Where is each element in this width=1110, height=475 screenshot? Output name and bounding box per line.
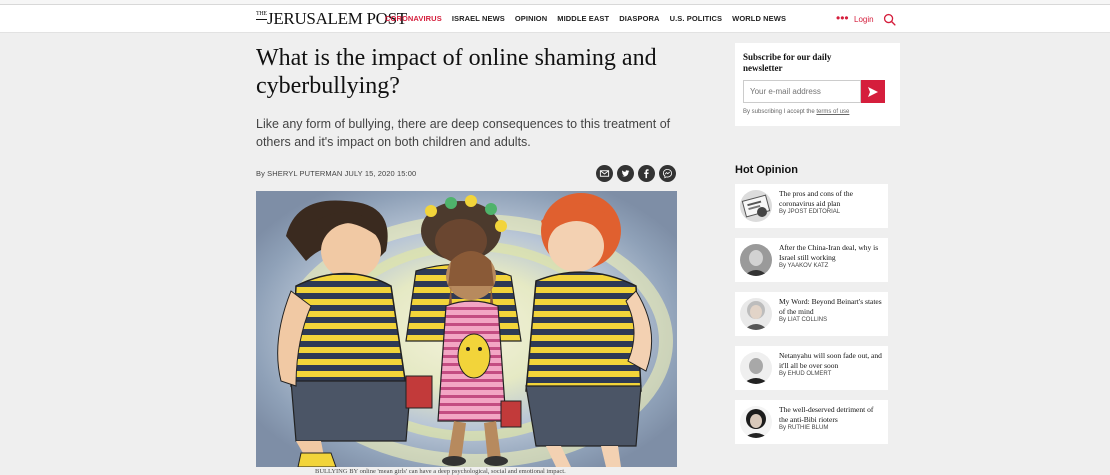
opinion-headline: The pros and cons of the coronavirus aid… (779, 189, 853, 208)
opinion-card-text: Netanyahu will soon fade out, and it'll … (779, 351, 883, 377)
opinion-author: By YAAKOV KATZ (779, 263, 829, 269)
opinion-card[interactable]: After the China-Iran deal, why is Israel… (735, 238, 888, 282)
opinion-author: By JPOST EDITORIAL (779, 209, 841, 215)
opinion-headline: After the China-Iran deal, why is Israel… (779, 243, 879, 262)
article-hero-illustration (256, 191, 677, 467)
opinion-card[interactable]: The pros and cons of the coronavirus aid… (735, 184, 888, 228)
twitter-icon[interactable] (617, 165, 634, 182)
newsletter-terms: By subscribing I accept the terms of use (743, 109, 892, 115)
opinion-card-text: The well-deserved detriment of the anti-… (779, 405, 883, 431)
site-header: THEJERUSALEM POST CORONAVIRUS ISRAEL NEW… (0, 5, 1110, 33)
opinion-author: By LIAT COLLINS (779, 317, 828, 323)
facebook-icon[interactable] (638, 165, 655, 182)
opinion-author: By RUTHIE BLUM (779, 425, 829, 431)
avatar (740, 352, 772, 384)
hot-opinion-title: Hot Opinion (735, 164, 798, 176)
image-caption: BULLYING BY online 'mean girls' can have… (315, 468, 566, 475)
opinion-card[interactable]: The well-deserved detriment of the anti-… (735, 400, 888, 444)
opinion-headline: The well-deserved detriment of the anti-… (779, 405, 874, 424)
nav-item-middle-east[interactable]: MIDDLE EAST (557, 14, 609, 23)
newsletter-box: Subscribe for our daily newsletter By su… (735, 43, 900, 126)
main-nav: CORONAVIRUS ISRAEL NEWS OPINION MIDDLE E… (385, 14, 786, 23)
nav-item-us-politics[interactable]: U.S. POLITICS (670, 14, 723, 23)
nav-item-opinion[interactable]: OPINION (515, 14, 547, 23)
opinion-card-text: My Word: Beyond Beinart's states of the … (779, 297, 883, 323)
opinion-card-text: After the China-Iran deal, why is Israel… (779, 243, 883, 269)
nav-item-coronavirus[interactable]: CORONAVIRUS (385, 14, 442, 23)
newsletter-form (743, 80, 892, 103)
opinion-headline: Netanyahu will soon fade out, and it'll … (779, 351, 882, 370)
avatar (740, 298, 772, 330)
search-icon[interactable] (883, 13, 896, 26)
email-icon[interactable] (596, 165, 613, 182)
send-icon (868, 86, 878, 97)
login-link[interactable]: Login (854, 15, 874, 24)
byline-row: By SHERYL PUTERMAN JULY 15, 2020 15:00 (256, 165, 676, 183)
nav-item-israel-news[interactable]: ISRAEL NEWS (452, 14, 505, 23)
avatar (740, 190, 772, 222)
newsletter-title: Subscribe for our daily newsletter (743, 52, 832, 73)
opinion-author: By EHUD OLMERT (779, 371, 832, 377)
terms-prefix: By subscribing I accept the (743, 109, 817, 115)
logo-the: THE (256, 10, 267, 20)
newsletter-email-input[interactable] (743, 80, 861, 103)
messenger-icon[interactable] (659, 165, 676, 182)
newsletter-submit-button[interactable] (861, 80, 885, 103)
terms-of-use-link[interactable]: terms of use (816, 109, 849, 115)
nav-item-diaspora[interactable]: DIASPORA (619, 14, 659, 23)
avatar (740, 244, 772, 276)
opinion-headline: My Word: Beyond Beinart's states of the … (779, 297, 882, 316)
article-byline: By SHERYL PUTERMAN JULY 15, 2020 15:00 (256, 169, 417, 178)
nav-item-world-news[interactable]: WORLD NEWS (732, 14, 786, 23)
opinion-card[interactable]: My Word: Beyond Beinart's states of the … (735, 292, 888, 336)
opinion-card[interactable]: Netanyahu will soon fade out, and it'll … (735, 346, 888, 390)
article-main: What is the impact of online shaming and… (256, 33, 676, 151)
article-subhead: Like any form of bullying, there are dee… (256, 117, 671, 149)
share-buttons (596, 165, 676, 182)
avatar (740, 406, 772, 438)
more-menu-icon[interactable]: ••• (836, 12, 849, 24)
article-headline: What is the impact of online shaming and… (256, 45, 657, 99)
opinion-card-text: The pros and cons of the coronavirus aid… (779, 189, 883, 215)
